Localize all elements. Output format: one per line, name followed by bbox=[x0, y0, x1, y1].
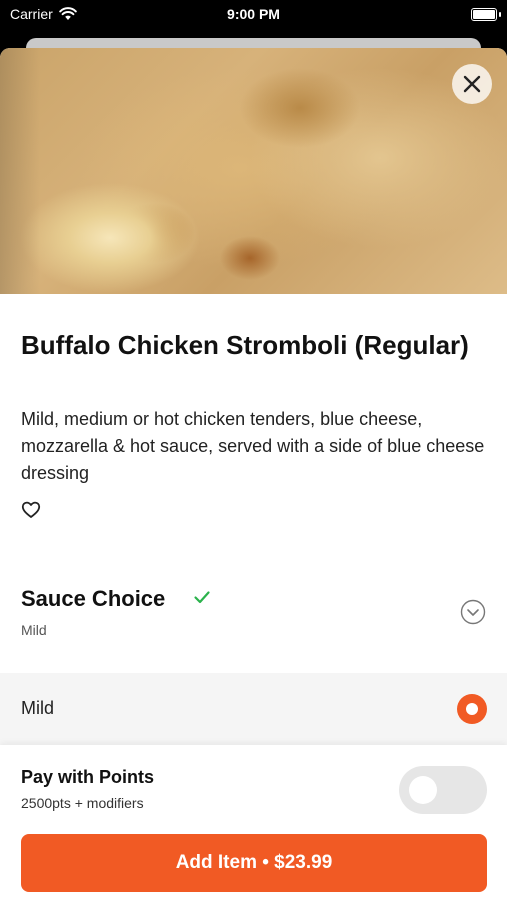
battery-icon bbox=[471, 8, 497, 21]
radio-selected[interactable] bbox=[457, 694, 487, 724]
option-label: Mild bbox=[21, 698, 55, 718]
points-subtitle: 2500pts + modifiers bbox=[21, 795, 144, 811]
item-title: Buffalo Chicken Stromboli (Regular) bbox=[21, 330, 469, 360]
close-button[interactable] bbox=[452, 64, 492, 104]
toggle-knob bbox=[409, 776, 437, 804]
status-bar: Carrier 9:00 PM bbox=[0, 0, 507, 30]
checkmark-icon bbox=[194, 591, 210, 604]
favorite-button[interactable] bbox=[21, 500, 41, 520]
order-footer: Pay with Points 2500pts + modifiers Add … bbox=[0, 745, 507, 900]
chevron-down-icon[interactable] bbox=[460, 599, 486, 625]
sauce-option-mild[interactable]: Mild bbox=[0, 673, 507, 745]
pay-with-points-toggle[interactable] bbox=[399, 766, 487, 814]
item-description: Mild, medium or hot chicken tenders, blu… bbox=[21, 409, 485, 483]
section-title: Sauce Choice bbox=[21, 586, 166, 611]
item-photo bbox=[0, 48, 507, 294]
status-time: 9:00 PM bbox=[227, 6, 280, 22]
points-title: Pay with Points bbox=[21, 767, 155, 787]
section-selected-summary: Mild bbox=[21, 622, 47, 638]
sauce-choice-header[interactable]: Sauce Choice Mild bbox=[0, 578, 507, 668]
heart-outline-icon bbox=[21, 501, 41, 518]
add-item-button[interactable]: Add Item • $23.99 bbox=[21, 834, 487, 892]
photo-shade bbox=[0, 48, 40, 294]
close-icon bbox=[463, 75, 481, 93]
battery-tip bbox=[499, 12, 501, 17]
item-detail-sheet: Buffalo Chicken Stromboli (Regular) Mild… bbox=[0, 48, 507, 900]
